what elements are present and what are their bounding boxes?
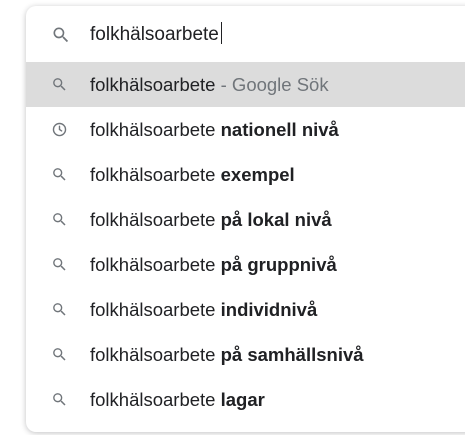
suggestion-item[interactable]: folkhälsoarbete lagar bbox=[26, 377, 465, 422]
suggestion-prefix: folkhälsoarbete bbox=[90, 209, 221, 230]
suggestion-completion: på lokal nivå bbox=[220, 209, 332, 230]
suggestion-text: folkhälsoarbete individnivå bbox=[90, 298, 317, 322]
search-icon bbox=[53, 258, 66, 271]
search-box[interactable]: folkhälsoarbete bbox=[26, 6, 465, 62]
suggestion-prefix: folkhälsoarbete bbox=[90, 389, 221, 410]
suggestion-text: folkhälsoarbete lagar bbox=[90, 388, 265, 412]
suggestion-prefix: folkhälsoarbete bbox=[90, 254, 221, 275]
suggestion-prefix: folkhälsoarbete bbox=[90, 164, 221, 185]
text-caret bbox=[220, 22, 223, 44]
search-icon bbox=[53, 303, 66, 316]
search-icon bbox=[53, 348, 66, 361]
search-icon bbox=[53, 78, 66, 91]
suggestion-prefix: folkhälsoarbete bbox=[90, 344, 221, 365]
suggestion-item[interactable]: folkhälsoarbete - Google Sök bbox=[26, 62, 465, 107]
history-icon bbox=[52, 122, 67, 137]
suggestion-item[interactable]: folkhälsoarbete på gruppnivå bbox=[26, 242, 465, 287]
suggestion-text: folkhälsoarbete på lokal nivå bbox=[90, 208, 332, 232]
search-icon bbox=[53, 393, 66, 406]
suggestion-prefix: folkhälsoarbete bbox=[90, 74, 216, 95]
suggestion-text: folkhälsoarbete exempel bbox=[90, 163, 295, 187]
suggestion-completion: lagar bbox=[220, 389, 265, 410]
suggestion-item[interactable]: folkhälsoarbete individnivå bbox=[26, 287, 465, 332]
suggestion-completion: exempel bbox=[220, 164, 295, 185]
suggestion-list: folkhälsoarbete - Google Sök folkhälsoarb… bbox=[26, 62, 465, 422]
suggestion-completion: på samhällsnivå bbox=[220, 344, 364, 365]
suggestion-item[interactable]: folkhälsoarbete nationell nivå bbox=[26, 107, 465, 152]
search-icon bbox=[53, 27, 69, 43]
search-autocomplete-dropdown: folkhälsoarbete folkhälsoarbete - Google… bbox=[26, 6, 465, 432]
search-icon bbox=[53, 168, 66, 181]
suggestion-text: folkhälsoarbete på gruppnivå bbox=[90, 253, 337, 277]
suggestion-item[interactable]: folkhälsoarbete på lokal nivå bbox=[26, 197, 465, 242]
suggestion-prefix: folkhälsoarbete bbox=[90, 299, 221, 320]
suggestion-completion: på gruppnivå bbox=[220, 254, 337, 275]
search-query: folkhälsoarbete bbox=[90, 24, 219, 45]
suggestion-text: folkhälsoarbete - Google Sök bbox=[90, 73, 329, 97]
search-icon bbox=[53, 213, 66, 226]
suggestion-suffix: - Google Sök bbox=[215, 74, 329, 95]
suggestion-text: folkhälsoarbete på samhällsnivå bbox=[90, 343, 364, 367]
suggestion-item[interactable]: folkhälsoarbete exempel bbox=[26, 152, 465, 197]
suggestion-completion: nationell nivå bbox=[220, 119, 339, 140]
suggestion-prefix: folkhälsoarbete bbox=[90, 119, 221, 140]
suggestion-item[interactable]: folkhälsoarbete på samhällsnivå bbox=[26, 332, 465, 377]
search-input[interactable]: folkhälsoarbete bbox=[90, 22, 223, 47]
suggestion-completion: individnivå bbox=[220, 299, 318, 320]
suggestion-text: folkhälsoarbete nationell nivå bbox=[90, 118, 339, 142]
